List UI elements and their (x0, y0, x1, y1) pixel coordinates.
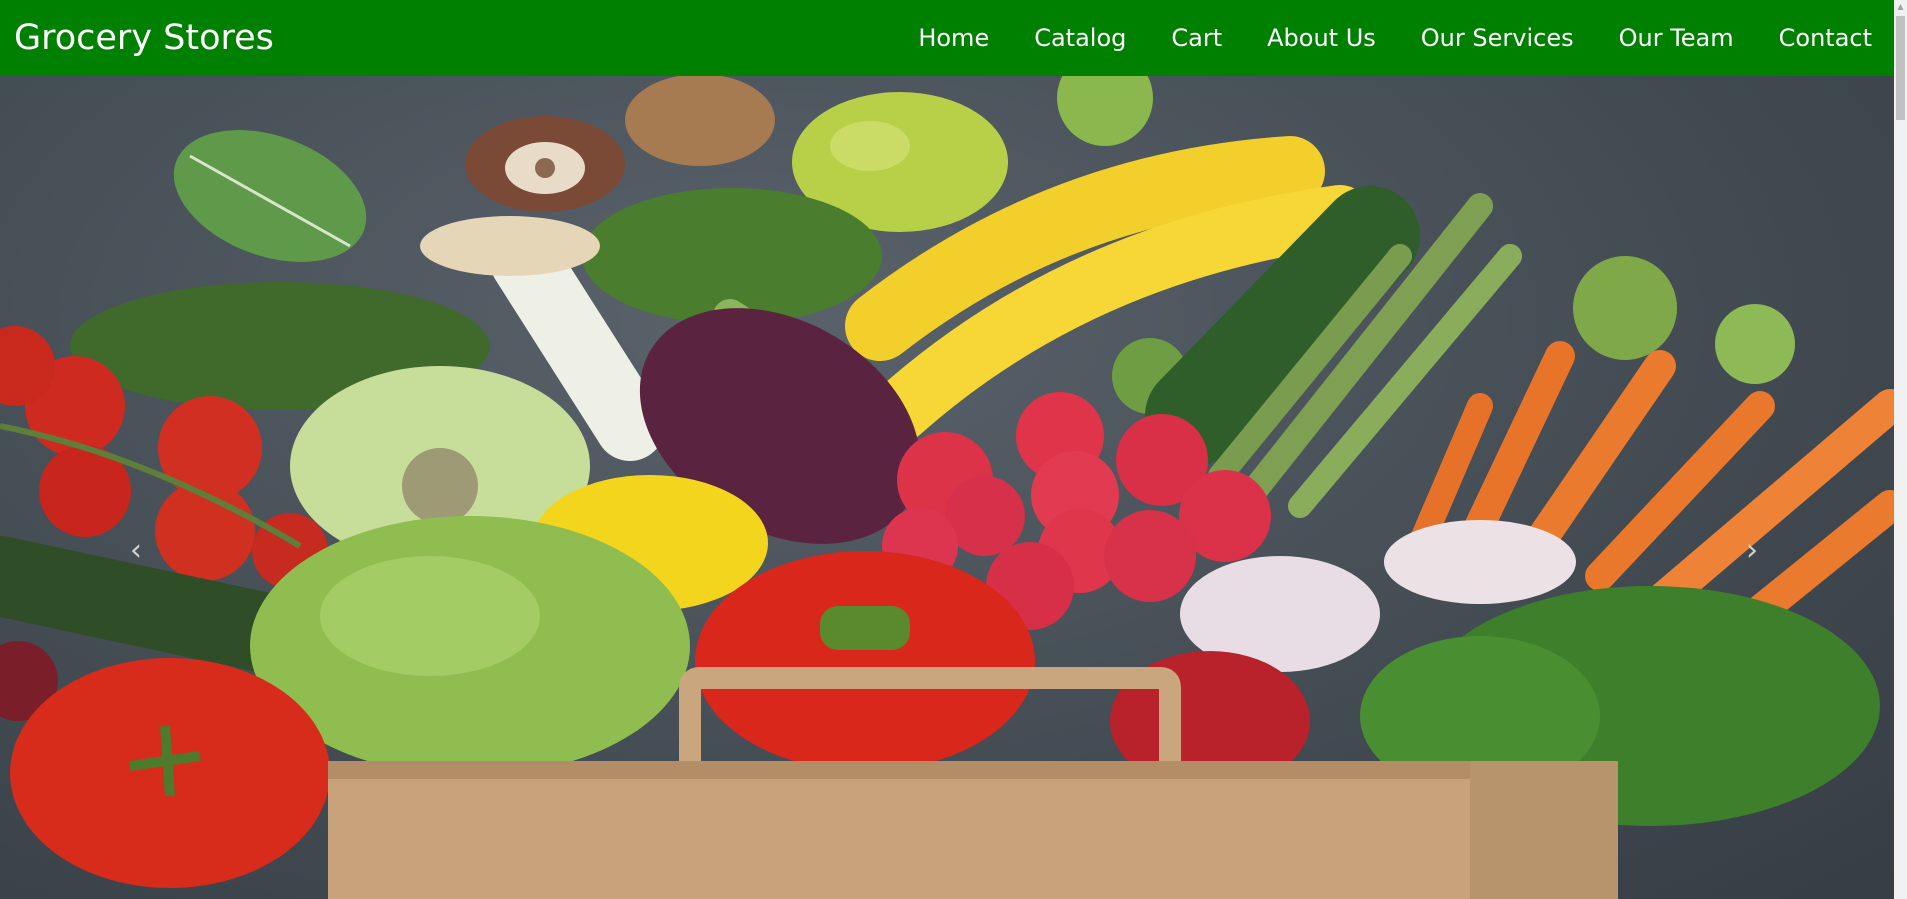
nav-link-contact[interactable]: Contact (1779, 24, 1872, 52)
nav-link-our-team[interactable]: Our Team (1619, 24, 1734, 52)
carousel-next-button[interactable]: › (1732, 521, 1772, 581)
nav-link-home[interactable]: Home (918, 24, 989, 52)
brand-logo-link[interactable]: Grocery Stores (14, 0, 274, 76)
carousel-prev-button[interactable]: ‹ (116, 521, 156, 581)
vertical-scrollbar[interactable]: ▲ (1894, 0, 1907, 899)
navbar: Grocery Stores Home Catalog Cart About U… (0, 0, 1894, 76)
nav-link-catalog[interactable]: Catalog (1034, 24, 1126, 52)
hero-carousel: ‹ › (0, 76, 1894, 899)
nav-item-our-team: Our Team (1619, 24, 1734, 52)
nav-item-contact: Contact (1779, 24, 1872, 52)
page: Grocery Stores Home Catalog Cart About U… (0, 0, 1907, 899)
nav-item-our-services: Our Services (1421, 24, 1574, 52)
scroll-up-arrow-icon[interactable]: ▲ (1894, 0, 1907, 14)
nav-item-cart: Cart (1171, 24, 1222, 52)
nav-item-about-us: About Us (1267, 24, 1376, 52)
nav-item-home: Home (918, 24, 989, 52)
nav-link-about-us[interactable]: About Us (1267, 24, 1376, 52)
hero-image (0, 76, 1894, 899)
scrollbar-thumb[interactable] (1896, 16, 1905, 120)
nav-item-catalog: Catalog (1034, 24, 1126, 52)
nav-link-our-services[interactable]: Our Services (1421, 24, 1574, 52)
main-nav: Home Catalog Cart About Us Our Services … (918, 0, 1872, 76)
nav-link-cart[interactable]: Cart (1171, 24, 1222, 52)
